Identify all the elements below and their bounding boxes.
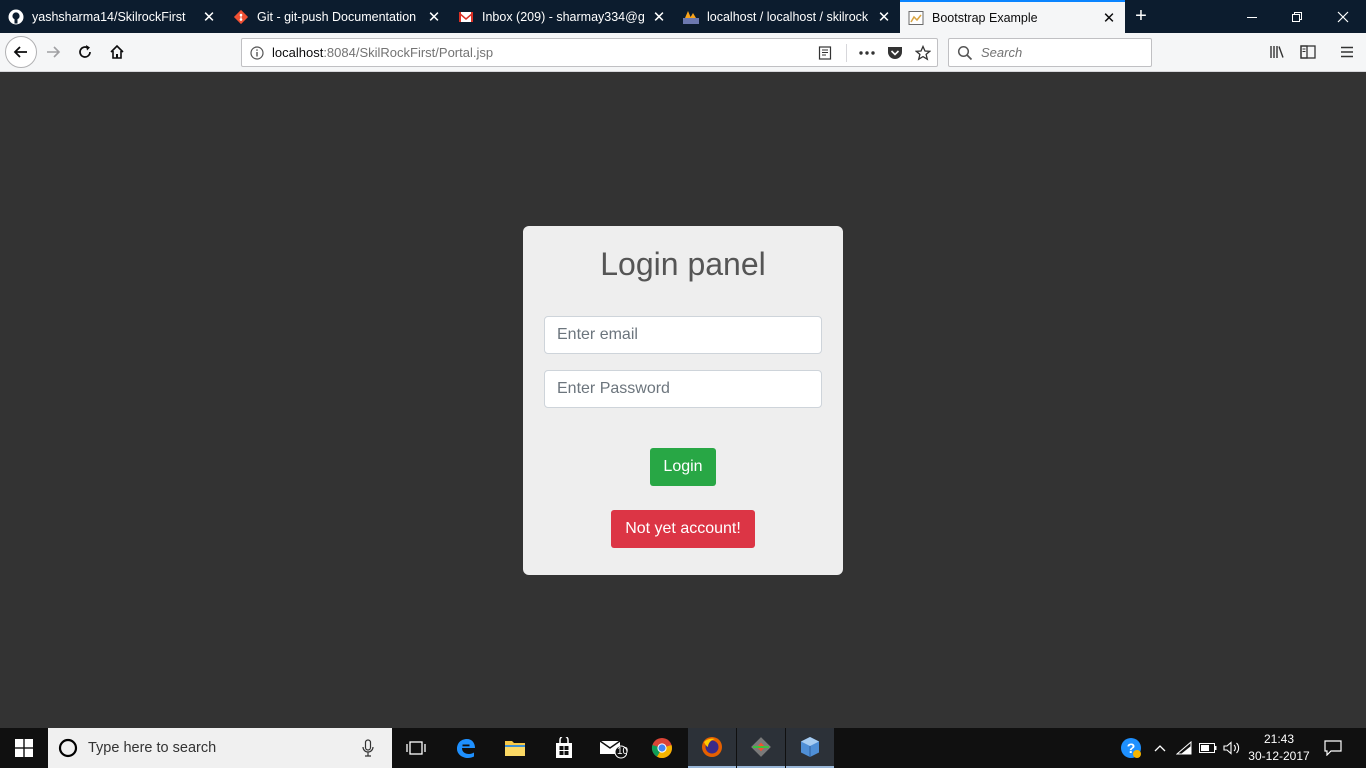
hamburger-icon — [1341, 46, 1353, 58]
url-divider — [846, 43, 847, 62]
tab-title: localhost / localhost / skilrock | phpMy… — [707, 9, 870, 24]
email-field[interactable] — [544, 316, 822, 354]
close-icon[interactable]: ✕ — [426, 9, 442, 26]
help-icon[interactable]: ? — [1117, 728, 1145, 768]
gmail-icon — [458, 9, 474, 25]
tab-title: Inbox (209) - sharmay334@gmail.com — [482, 9, 645, 24]
page-icon — [908, 10, 924, 26]
search-icon — [949, 45, 981, 61]
library-icon — [1270, 46, 1284, 58]
taskbar-search-input[interactable] — [88, 740, 348, 756]
reload-icon — [79, 45, 91, 58]
tab-phpmyadmin[interactable]: localhost / localhost / skilrock | phpMy… — [675, 0, 900, 33]
minimize-icon[interactable] — [1229, 0, 1275, 33]
taskbar-chrome[interactable] — [638, 728, 686, 768]
clock-date: 30-12-2017 — [1248, 749, 1310, 763]
new-tab-button[interactable]: + — [1125, 0, 1157, 33]
page-title: Login panel — [600, 246, 766, 282]
clock-time: 21:43 — [1263, 732, 1295, 746]
taskbar-clock[interactable]: 21:43 30-12-2017 — [1244, 731, 1314, 765]
phpmyadmin-icon — [683, 9, 699, 25]
url-path: :8084/SkilRockFirst/Portal.jsp — [323, 45, 494, 60]
back-button[interactable] — [5, 36, 37, 68]
forward-button[interactable] — [38, 37, 68, 67]
taskbar-mail[interactable]: 10 — [589, 728, 637, 768]
home-icon — [110, 44, 124, 59]
close-icon[interactable]: ✕ — [1101, 10, 1117, 27]
firefox-icon — [702, 737, 722, 757]
virtualbox-icon — [801, 737, 819, 757]
cortana-icon — [48, 738, 88, 758]
task-view-button[interactable] — [392, 728, 440, 768]
window-close-icon[interactable] — [1320, 0, 1366, 33]
menu-button[interactable] — [1332, 37, 1362, 67]
volume-icon[interactable] — [1220, 728, 1244, 768]
taskbar-file-explorer[interactable] — [491, 728, 539, 768]
wifi-icon[interactable] — [1172, 728, 1196, 768]
edge-icon — [457, 739, 475, 758]
password-field[interactable] — [544, 370, 822, 408]
taskbar-firefox[interactable] — [688, 728, 736, 768]
taskbar-store[interactable] — [540, 728, 588, 768]
bookmark-star-icon[interactable] — [909, 44, 937, 61]
reload-button[interactable] — [70, 37, 100, 67]
taskbar-virtualbox[interactable] — [786, 728, 834, 768]
tab-title: Bootstrap Example — [932, 10, 1038, 25]
home-button[interactable] — [102, 37, 132, 67]
restore-icon[interactable] — [1274, 0, 1320, 33]
store-icon — [556, 737, 572, 758]
mail-badge: 10 — [617, 746, 629, 757]
signup-button[interactable]: Not yet account! — [611, 510, 755, 548]
back-arrow-icon — [13, 46, 27, 58]
close-icon[interactable]: ✕ — [876, 9, 892, 26]
library-button[interactable] — [1262, 37, 1292, 67]
pocket-icon[interactable] — [881, 46, 909, 60]
folder-icon — [505, 741, 525, 756]
page-actions-icon[interactable] — [853, 50, 881, 55]
taskbar: 10 ? 21:43 30-12-2017 — [0, 728, 1366, 768]
microphone-icon[interactable] — [348, 739, 388, 757]
github-icon — [8, 9, 24, 25]
tab-github[interactable]: yashsharma14/SkilrockFirst ✕ — [0, 0, 225, 33]
git-gui-icon — [751, 737, 771, 757]
taskbar-git-gui[interactable] — [737, 728, 785, 768]
url-bar[interactable]: localhost:8084/SkilRockFirst/Portal.jsp — [241, 38, 938, 67]
close-icon[interactable]: ✕ — [651, 9, 667, 26]
tab-gmail[interactable]: Inbox (209) - sharmay334@gmail.com ✕ — [450, 0, 675, 33]
task-view-icon — [406, 741, 426, 755]
tab-title: Git - git-push Documentation — [257, 9, 417, 24]
git-icon — [233, 9, 249, 25]
url-text[interactable]: localhost:8084/SkilRockFirst/Portal.jsp — [272, 45, 810, 60]
chrome-icon — [651, 738, 672, 759]
windows-logo-icon — [15, 739, 33, 757]
url-host: localhost — [272, 45, 324, 60]
reader-view-icon[interactable] — [810, 45, 840, 60]
nav-toolbar: localhost:8084/SkilRockFirst/Portal.jsp — [0, 33, 1366, 72]
login-card: Login panel Login Not yet account! — [523, 226, 843, 575]
sidebar-button[interactable] — [1293, 37, 1323, 67]
close-icon[interactable]: ✕ — [201, 9, 217, 26]
tab-title: yashsharma14/SkilrockFirst — [32, 9, 186, 24]
start-button[interactable] — [0, 728, 48, 768]
forward-arrow-icon — [47, 46, 61, 58]
search-bar[interactable] — [948, 38, 1152, 67]
info-icon[interactable] — [242, 45, 272, 60]
taskbar-search-box[interactable] — [48, 728, 392, 768]
tab-bootstrap-example[interactable]: Bootstrap Example ✕ — [900, 0, 1125, 33]
sidebar-icon — [1300, 45, 1316, 59]
battery-icon[interactable] — [1196, 728, 1220, 768]
login-button[interactable]: Login — [650, 448, 716, 486]
tab-git-docs[interactable]: Git - git-push Documentation ✕ — [225, 0, 450, 33]
chevron-up-icon[interactable] — [1148, 728, 1172, 768]
action-center-icon[interactable] — [1320, 728, 1346, 768]
taskbar-edge[interactable] — [442, 728, 490, 768]
tab-strip: yashsharma14/SkilrockFirst ✕ Git - git-p… — [0, 0, 1366, 33]
search-input[interactable] — [981, 45, 1141, 60]
